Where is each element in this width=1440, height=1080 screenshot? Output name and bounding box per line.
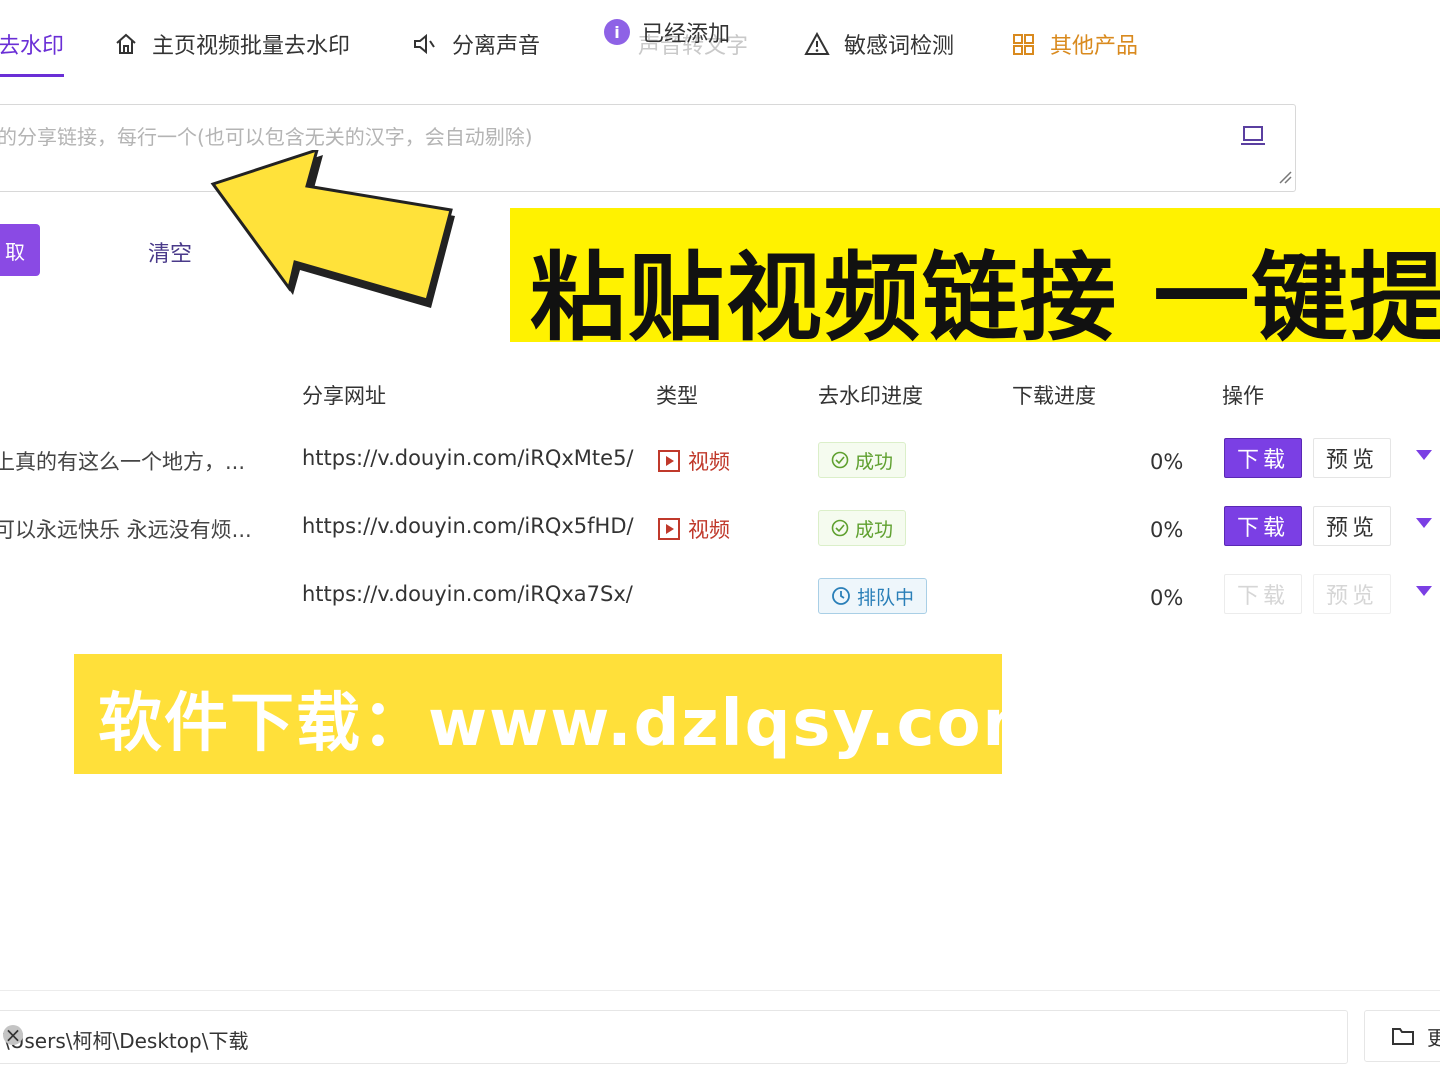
status-badge: 成功 bbox=[818, 510, 907, 546]
preview-button[interactable]: 预览 bbox=[1313, 574, 1391, 614]
type-cell: 视频 bbox=[658, 446, 730, 476]
check-circle-icon bbox=[831, 519, 849, 537]
clear-button[interactable]: 清空 bbox=[148, 236, 192, 268]
download-button[interactable]: 下载 bbox=[1224, 438, 1302, 478]
arrow-graphic bbox=[210, 150, 455, 308]
video-title: 可以永远快乐 永远没有烦... bbox=[0, 518, 252, 542]
download-progress: 0% bbox=[1150, 586, 1184, 610]
input-placeholder: 的分享链接，每行一个(也可以包含无关的汉字，会自动剔除) bbox=[0, 125, 533, 149]
info-icon: i bbox=[604, 19, 630, 45]
table-row: 可以永远快乐 永远没有烦... https://v.douyin.com/iRQ… bbox=[0, 500, 1440, 560]
status-badge: 成功 bbox=[818, 442, 907, 478]
chevron-down-icon[interactable] bbox=[1416, 586, 1432, 596]
type-label: 视频 bbox=[688, 450, 730, 474]
table-row: 上真的有这么一个地方，... https://v.douyin.com/iRQx… bbox=[0, 432, 1440, 492]
download-progress: 0% bbox=[1150, 518, 1184, 542]
laptop-icon[interactable] bbox=[1239, 123, 1267, 153]
change-folder-label: 更 bbox=[1427, 1025, 1440, 1050]
type-cell: 视频 bbox=[658, 514, 730, 544]
resize-handle-icon[interactable] bbox=[1278, 169, 1292, 188]
share-link-input[interactable]: 的分享链接，每行一个(也可以包含无关的汉字，会自动剔除) bbox=[0, 104, 1296, 192]
headline-banner: 粘贴视频链接 一键提 bbox=[510, 208, 1440, 342]
tab-homepage-batch[interactable]: 主页视频批量去水印 bbox=[114, 24, 350, 64]
play-icon bbox=[658, 518, 680, 540]
download-site-banner: 软件下载：www.dzlqsy.com bbox=[74, 654, 1049, 774]
divider bbox=[0, 990, 1440, 991]
video-title: 上真的有这么一个地方，... bbox=[0, 450, 246, 474]
apps-icon bbox=[1012, 32, 1036, 56]
home-icon bbox=[114, 32, 138, 56]
header-download: 下载进度 bbox=[1012, 384, 1096, 408]
warning-icon bbox=[804, 32, 830, 56]
share-url: https://v.douyin.com/iRQxMte5/ bbox=[302, 446, 634, 470]
chevron-down-icon[interactable] bbox=[1416, 450, 1432, 460]
tab-other-products[interactable]: 其他产品 bbox=[1012, 24, 1138, 64]
tab-watermark[interactable]: 去水印 bbox=[0, 24, 64, 64]
extract-button[interactable]: 取 bbox=[0, 224, 40, 276]
change-folder-button[interactable]: 更 bbox=[1364, 1010, 1440, 1062]
tab-sensitive-words[interactable]: 敏感词检测 bbox=[804, 24, 954, 64]
check-circle-icon bbox=[831, 451, 849, 469]
tab-label: 去水印 bbox=[0, 34, 65, 59]
share-url: https://v.douyin.com/iRQxa7Sx/ bbox=[302, 582, 633, 606]
download-progress: 0% bbox=[1150, 450, 1184, 474]
toast-text: 已经添加 bbox=[642, 22, 731, 47]
header-ops: 操作 bbox=[1222, 384, 1264, 408]
preview-button[interactable]: 预览 bbox=[1313, 438, 1391, 478]
folder-icon bbox=[1392, 1028, 1414, 1045]
header-type: 类型 bbox=[656, 384, 698, 408]
download-button[interactable]: 下载 bbox=[1224, 574, 1302, 614]
tab-label: 分离声音 bbox=[452, 34, 541, 59]
speaker-icon bbox=[412, 32, 438, 56]
status-text: 成功 bbox=[855, 518, 894, 541]
headline-text: 粘贴视频链接 一键提 bbox=[530, 242, 1440, 342]
tab-label: 其他产品 bbox=[1050, 34, 1139, 59]
header-progress: 去水印进度 bbox=[818, 384, 923, 408]
clear-icon[interactable]: × bbox=[3, 1023, 23, 1047]
status-badge: 排队中 bbox=[818, 578, 928, 614]
extract-button-label: 取 bbox=[5, 239, 25, 264]
save-path-input[interactable]: \Users\柯柯\Desktop\下载 × bbox=[0, 1010, 1348, 1064]
share-url: https://v.douyin.com/iRQx5fHD/ bbox=[302, 514, 634, 538]
added-toast: i 已经添加 bbox=[604, 16, 730, 48]
status-text: 排队中 bbox=[857, 586, 915, 609]
tab-label: 敏感词检测 bbox=[844, 34, 955, 59]
status-text: 成功 bbox=[855, 450, 894, 473]
table-row: https://v.douyin.com/iRQxa7Sx/ 排队中 0% 下载… bbox=[0, 568, 1440, 628]
header-url: 分享网址 bbox=[302, 384, 386, 408]
clock-icon bbox=[832, 587, 850, 605]
tab-separate-audio[interactable]: 分离声音 bbox=[412, 24, 540, 64]
save-path-value: \Users\柯柯\Desktop\下载 bbox=[3, 1029, 249, 1053]
chevron-down-icon[interactable] bbox=[1416, 518, 1432, 528]
tab-label: 主页视频批量去水印 bbox=[152, 34, 351, 59]
download-button[interactable]: 下载 bbox=[1224, 506, 1302, 546]
type-label: 视频 bbox=[688, 518, 730, 542]
active-tab-indicator bbox=[0, 74, 64, 77]
download-site-text: 软件下载：www.dzlqsy.com bbox=[98, 687, 1052, 761]
play-icon bbox=[658, 450, 680, 472]
preview-button[interactable]: 预览 bbox=[1313, 506, 1391, 546]
